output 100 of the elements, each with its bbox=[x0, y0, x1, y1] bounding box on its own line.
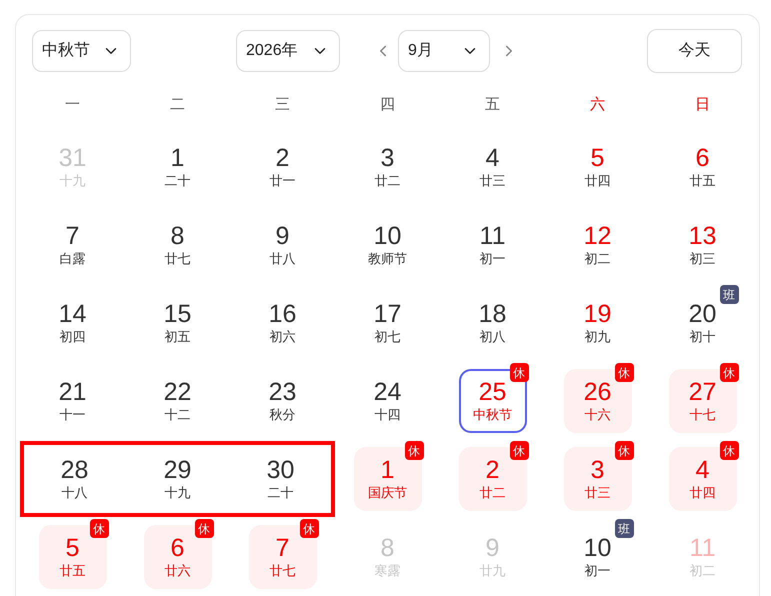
day-number: 20 bbox=[688, 300, 716, 328]
day-number: 5 bbox=[66, 534, 80, 562]
lunar-date: 十八 bbox=[62, 484, 88, 502]
lunar-date: 十九 bbox=[164, 484, 190, 502]
day-number: 17 bbox=[374, 300, 402, 328]
day-cell[interactable]: 23 秋分 bbox=[268, 378, 296, 424]
day-cell[interactable]: 18 初八 bbox=[478, 300, 506, 346]
lunar-date: 廿七 bbox=[270, 562, 296, 580]
day-number: 15 bbox=[164, 300, 192, 328]
lunar-date: 廿三 bbox=[480, 172, 506, 190]
lunar-date: 二十 bbox=[268, 484, 294, 502]
day-cell[interactable]: 5 廿四 bbox=[584, 144, 610, 190]
day-number: 10 bbox=[584, 534, 612, 562]
weekday-label: 六 bbox=[590, 94, 605, 115]
lunar-date: 十九 bbox=[60, 172, 86, 190]
lunar-date: 初七 bbox=[374, 328, 400, 346]
workday-badge: 班 bbox=[614, 519, 634, 538]
day-number: 16 bbox=[268, 300, 296, 328]
day-cell[interactable]: 6 廿五 bbox=[690, 144, 716, 190]
year-select[interactable]: 2026年 bbox=[236, 30, 340, 72]
day-cell[interactable]: 22 十二 bbox=[164, 378, 192, 424]
day-cell[interactable]: 10 教师节 bbox=[368, 222, 407, 268]
day-number: 24 bbox=[374, 378, 402, 406]
day-cell[interactable]: 11 初一 bbox=[480, 222, 506, 268]
day-number: 2 bbox=[276, 144, 290, 172]
day-number: 18 bbox=[478, 300, 506, 328]
day-cell[interactable]: 24 十四 bbox=[374, 378, 402, 424]
day-number: 12 bbox=[584, 222, 612, 250]
lunar-date: 初九 bbox=[584, 328, 610, 346]
day-number: 21 bbox=[58, 378, 86, 406]
lunar-date: 廿五 bbox=[690, 172, 716, 190]
lunar-date: 十七 bbox=[690, 406, 716, 424]
day-cell[interactable]: 30 二十 bbox=[230, 441, 335, 517]
lunar-date: 初一 bbox=[584, 562, 610, 580]
day-number: 1 bbox=[170, 144, 184, 172]
lunar-date: 初二 bbox=[584, 250, 610, 268]
day-number: 9 bbox=[486, 534, 500, 562]
day-cell[interactable]: 10 初一 bbox=[584, 534, 612, 580]
lunar-date: 廿二 bbox=[480, 484, 506, 502]
day-cell[interactable]: 8 廿七 bbox=[164, 222, 190, 268]
day-cell[interactable]: 3 廿二 bbox=[374, 144, 400, 190]
lunar-date: 国庆节 bbox=[368, 484, 407, 502]
lunar-date: 廿一 bbox=[270, 172, 296, 190]
weekday-label: 四 bbox=[380, 94, 395, 115]
day-cell[interactable]: 7 白露 bbox=[60, 222, 86, 268]
lunar-date: 初一 bbox=[480, 250, 506, 268]
today-button[interactable]: 今天 bbox=[647, 29, 742, 73]
lunar-date: 廿八 bbox=[270, 250, 296, 268]
day-number: 3 bbox=[590, 456, 604, 484]
day-number: 6 bbox=[696, 144, 710, 172]
month-select[interactable]: 9月 bbox=[398, 30, 490, 72]
day-number: 29 bbox=[164, 456, 192, 484]
rest-day-badge: 休 bbox=[300, 519, 318, 538]
rest-day-badge: 休 bbox=[720, 441, 738, 460]
day-cell[interactable]: 9 廿八 bbox=[270, 222, 296, 268]
lunar-date: 廿七 bbox=[164, 250, 190, 268]
lunar-date: 二十 bbox=[164, 172, 190, 190]
rest-day-badge: 休 bbox=[194, 519, 214, 538]
day-cell[interactable]: 28 十八 bbox=[20, 441, 125, 517]
lunar-date: 初六 bbox=[270, 328, 296, 346]
day-cell[interactable]: 19 初九 bbox=[584, 300, 612, 346]
day-cell[interactable]: 12 初二 bbox=[584, 222, 612, 268]
day-cell[interactable]: 20 初十 bbox=[688, 300, 716, 346]
weekday-label: 二 bbox=[170, 94, 185, 115]
lunar-date: 十四 bbox=[374, 406, 400, 424]
day-number: 2 bbox=[486, 456, 500, 484]
day-cell[interactable]: 2 廿一 bbox=[270, 144, 296, 190]
lunar-date: 廿三 bbox=[584, 484, 610, 502]
day-number: 31 bbox=[58, 144, 86, 172]
day-cell[interactable]: 14 初四 bbox=[58, 300, 86, 346]
day-number: 11 bbox=[690, 534, 716, 562]
day-cell[interactable]: 17 初七 bbox=[374, 300, 402, 346]
rest-day-badge: 休 bbox=[614, 441, 634, 460]
day-number: 19 bbox=[584, 300, 612, 328]
day-cell[interactable]: 15 初五 bbox=[164, 300, 192, 346]
day-cell[interactable]: 1 二十 bbox=[164, 144, 190, 190]
lunar-date: 廿二 bbox=[374, 172, 400, 190]
day-number: 4 bbox=[696, 456, 710, 484]
day-cell[interactable]: 13 初三 bbox=[688, 222, 716, 268]
day-number: 1 bbox=[380, 456, 394, 484]
lunar-date: 廿五 bbox=[60, 562, 86, 580]
day-number: 6 bbox=[170, 534, 184, 562]
lunar-date: 十一 bbox=[60, 406, 86, 424]
day-number: 8 bbox=[380, 534, 394, 562]
lunar-date: 廿四 bbox=[690, 484, 716, 502]
day-number: 5 bbox=[590, 144, 604, 172]
day-cell[interactable]: 21 十一 bbox=[58, 378, 86, 424]
festival-select[interactable]: 中秋节 bbox=[32, 30, 131, 72]
day-number: 27 bbox=[688, 378, 716, 406]
rest-day-badge: 休 bbox=[614, 363, 634, 382]
day-number: 23 bbox=[268, 378, 296, 406]
day-cell[interactable]: 4 廿三 bbox=[480, 144, 506, 190]
lunar-date: 初八 bbox=[480, 328, 506, 346]
weekday-label: 五 bbox=[485, 94, 500, 115]
rest-day-badge: 休 bbox=[90, 519, 108, 538]
day-cell[interactable]: 29 十九 bbox=[125, 441, 230, 517]
day-number: 10 bbox=[374, 222, 402, 250]
day-cell[interactable]: 16 初六 bbox=[268, 300, 296, 346]
lunar-date: 廿四 bbox=[584, 172, 610, 190]
day-number: 28 bbox=[60, 456, 88, 484]
